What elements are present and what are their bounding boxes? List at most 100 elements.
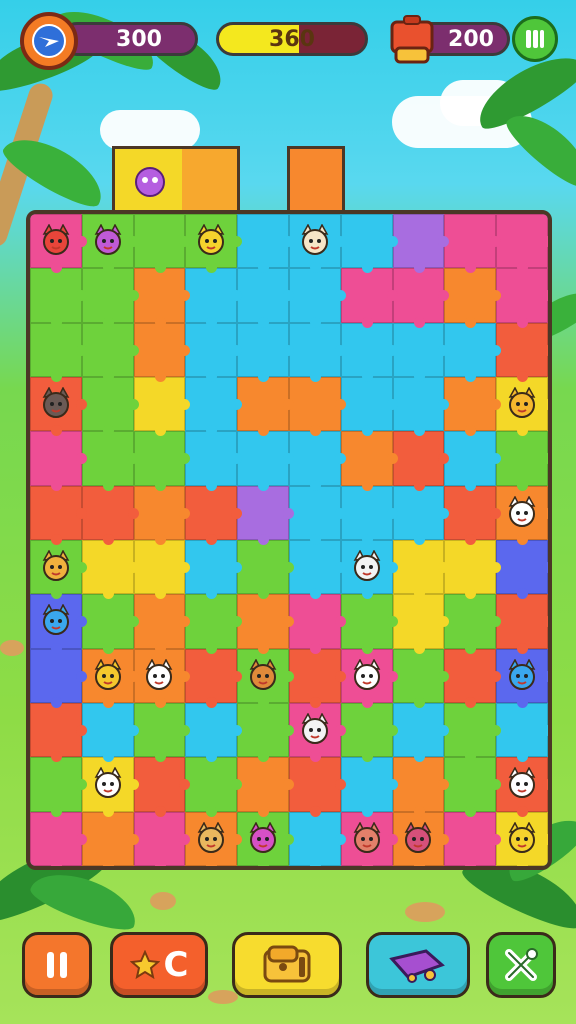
puzzle-piece[interactable] <box>237 811 294 866</box>
puzzle-piece[interactable] <box>288 648 346 709</box>
puzzle-piece[interactable] <box>496 322 548 383</box>
puzzle-piece[interactable] <box>392 702 450 763</box>
puzzle-piece[interactable] <box>30 539 87 600</box>
piece-tray-slot[interactable] <box>112 146 240 214</box>
puzzle-piece[interactable] <box>133 811 191 866</box>
puzzle-piece[interactable] <box>185 702 242 763</box>
puzzle-piece[interactable] <box>133 539 191 600</box>
puzzle-piece[interactable] <box>496 702 548 763</box>
puzzle-piece[interactable] <box>237 376 294 437</box>
puzzle-piece[interactable] <box>392 757 450 818</box>
puzzle-piece[interactable] <box>340 702 398 763</box>
puzzle-piece[interactable] <box>288 268 346 329</box>
puzzle-piece[interactable] <box>392 594 450 655</box>
puzzle-piece[interactable] <box>444 268 501 329</box>
puzzle-piece[interactable] <box>392 648 450 709</box>
puzzle-piece[interactable] <box>30 594 87 655</box>
puzzle-piece[interactable] <box>185 214 242 274</box>
puzzle-piece[interactable] <box>81 214 139 274</box>
puzzle-piece[interactable] <box>185 322 242 383</box>
puzzle-piece[interactable] <box>185 648 242 709</box>
puzzle-piece[interactable] <box>392 539 450 600</box>
coin-badge[interactable] <box>20 12 78 70</box>
puzzle-piece[interactable] <box>185 431 242 492</box>
puzzle-piece[interactable] <box>288 431 346 492</box>
puzzle-piece[interactable] <box>392 214 450 274</box>
puzzle-piece[interactable] <box>496 376 548 437</box>
puzzle-piece[interactable] <box>133 757 191 818</box>
puzzle-piece[interactable] <box>496 539 548 600</box>
puzzle-piece[interactable] <box>496 594 548 655</box>
puzzle-piece[interactable] <box>185 757 242 818</box>
shop-button[interactable] <box>232 932 342 998</box>
puzzle-piece[interactable] <box>30 648 87 709</box>
puzzle-piece[interactable] <box>340 648 398 709</box>
puzzle-piece[interactable] <box>340 376 398 437</box>
puzzle-piece[interactable] <box>81 485 139 546</box>
puzzle-piece[interactable] <box>81 268 139 329</box>
puzzle-piece[interactable] <box>288 322 346 383</box>
puzzle-piece[interactable] <box>496 648 548 709</box>
puzzle-piece[interactable] <box>30 322 87 383</box>
puzzle-piece[interactable] <box>340 594 398 655</box>
puzzle-piece[interactable] <box>81 811 139 866</box>
puzzle-piece[interactable] <box>237 594 294 655</box>
gem-badge[interactable] <box>386 12 438 68</box>
tools-button[interactable] <box>486 932 556 998</box>
puzzle-piece[interactable] <box>444 485 501 546</box>
puzzle-piece[interactable] <box>288 485 346 546</box>
puzzle-piece[interactable] <box>81 702 139 763</box>
puzzle-piece[interactable] <box>288 594 346 655</box>
pause-button[interactable] <box>22 932 92 998</box>
puzzle-piece[interactable] <box>237 757 294 818</box>
puzzle-piece[interactable] <box>340 322 398 383</box>
puzzle-piece[interactable] <box>392 811 450 866</box>
puzzle-piece[interactable] <box>340 539 398 600</box>
puzzle-piece[interactable] <box>81 322 139 383</box>
puzzle-piece[interactable] <box>392 485 450 546</box>
puzzle-piece[interactable] <box>81 376 139 437</box>
puzzle-piece[interactable] <box>340 214 398 274</box>
puzzle-piece[interactable] <box>133 376 191 437</box>
puzzle-piece[interactable] <box>237 322 294 383</box>
puzzle-piece[interactable] <box>444 214 501 274</box>
puzzle-piece[interactable] <box>444 648 501 709</box>
puzzle-board[interactable] <box>26 210 552 870</box>
puzzle-piece[interactable] <box>496 485 548 546</box>
bulldozer-button[interactable] <box>366 932 470 998</box>
puzzle-piece[interactable] <box>133 702 191 763</box>
puzzle-piece[interactable] <box>185 485 242 546</box>
puzzle-piece[interactable] <box>185 539 242 600</box>
puzzle-piece[interactable] <box>288 539 346 600</box>
puzzle-piece[interactable] <box>237 268 294 329</box>
puzzle-piece[interactable] <box>444 702 501 763</box>
puzzle-piece[interactable] <box>237 702 294 763</box>
puzzle-piece[interactable] <box>496 431 548 492</box>
hint-button[interactable]: C <box>110 932 208 998</box>
puzzle-piece[interactable] <box>185 376 242 437</box>
puzzle-piece[interactable] <box>496 268 548 329</box>
puzzle-piece[interactable] <box>185 268 242 329</box>
puzzle-piece[interactable] <box>237 485 294 546</box>
puzzle-piece[interactable] <box>444 431 501 492</box>
puzzle-piece[interactable] <box>30 431 87 492</box>
puzzle-piece[interactable] <box>444 811 501 866</box>
puzzle-piece[interactable] <box>30 485 87 546</box>
puzzle-piece[interactable] <box>496 757 548 818</box>
puzzle-piece[interactable] <box>288 214 346 274</box>
puzzle-piece[interactable] <box>288 757 346 818</box>
puzzle-piece[interactable] <box>133 322 191 383</box>
puzzle-piece[interactable] <box>81 757 139 818</box>
puzzle-piece[interactable] <box>133 431 191 492</box>
puzzle-piece[interactable] <box>237 539 294 600</box>
puzzle-piece[interactable] <box>392 268 450 329</box>
puzzle-piece[interactable] <box>30 811 87 866</box>
puzzle-piece[interactable] <box>30 376 87 437</box>
puzzle-piece[interactable] <box>133 485 191 546</box>
puzzle-piece[interactable] <box>30 268 87 329</box>
puzzle-piece[interactable] <box>30 702 87 763</box>
puzzle-piece[interactable] <box>496 811 548 866</box>
puzzle-piece[interactable] <box>340 757 398 818</box>
puzzle-piece[interactable] <box>133 214 191 274</box>
puzzle-piece[interactable] <box>496 214 548 274</box>
